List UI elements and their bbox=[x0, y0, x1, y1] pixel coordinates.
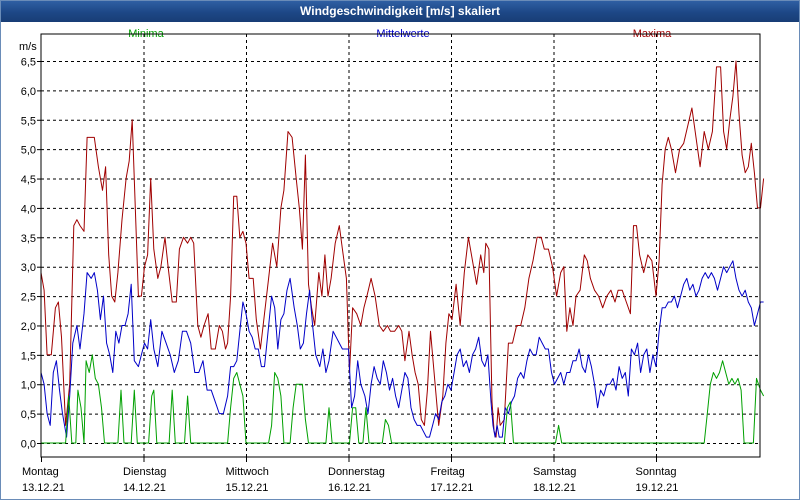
x-tick-label-day: Freitag bbox=[431, 466, 465, 478]
x-tick-label-date: 19.12.21 bbox=[636, 482, 679, 494]
y-tick-label: 4,5 bbox=[21, 174, 36, 186]
x-tick-label-day: Samstag bbox=[533, 466, 576, 478]
y-tick-label: 1,5 bbox=[21, 350, 36, 362]
y-tick-label: 5,5 bbox=[21, 115, 36, 127]
x-tick-label-date: 14.12.21 bbox=[123, 482, 166, 494]
wind-speed-chart: Minima Mittelwerte Maxima 0,00,51,01,52,02… bbox=[19, 28, 765, 494]
y-tick-label: 6,0 bbox=[21, 86, 36, 98]
x-tick-label-day: Dienstag bbox=[123, 466, 166, 478]
plot-frame bbox=[40, 33, 761, 458]
x-tick-label-day: Mittwoch bbox=[226, 466, 269, 478]
window-title: Windgeschwindigkeit [m/s] skaliert bbox=[1, 1, 799, 22]
series-line-minima bbox=[41, 354, 765, 444]
x-tick-label-day: Sonntag bbox=[636, 466, 677, 478]
x-tick-label-day: Montag bbox=[22, 466, 59, 478]
x-tick-label-date: 13.12.21 bbox=[22, 482, 65, 494]
y-tick-label: 0,5 bbox=[21, 409, 36, 421]
chart-window: Windgeschwindigkeit [m/s] skaliert Minim… bbox=[0, 0, 800, 500]
x-tick-label-day: Donnerstag bbox=[328, 466, 385, 478]
y-tick-label: 3,5 bbox=[21, 233, 36, 245]
series-line-maxima bbox=[40, 60, 765, 438]
y-tick-label: 2,0 bbox=[21, 321, 36, 333]
x-tick-label-date: 18.12.21 bbox=[533, 482, 576, 494]
x-tick-label-date: 15.12.21 bbox=[226, 482, 269, 494]
x-tick-label-date: 16.12.21 bbox=[328, 482, 371, 494]
y-tick-label: 4,0 bbox=[21, 203, 36, 215]
y-tick-label: 3,0 bbox=[21, 262, 36, 274]
y-axis-label: m/s bbox=[19, 41, 37, 53]
y-tick-label: 1,0 bbox=[21, 380, 36, 392]
y-tick-label: 2,5 bbox=[21, 292, 36, 304]
y-tick-label: 0,0 bbox=[21, 439, 36, 451]
y-tick-label: 6,5 bbox=[21, 57, 36, 69]
y-tick-label: 5,0 bbox=[21, 145, 36, 157]
x-tick-label-date: 17.12.21 bbox=[431, 482, 474, 494]
